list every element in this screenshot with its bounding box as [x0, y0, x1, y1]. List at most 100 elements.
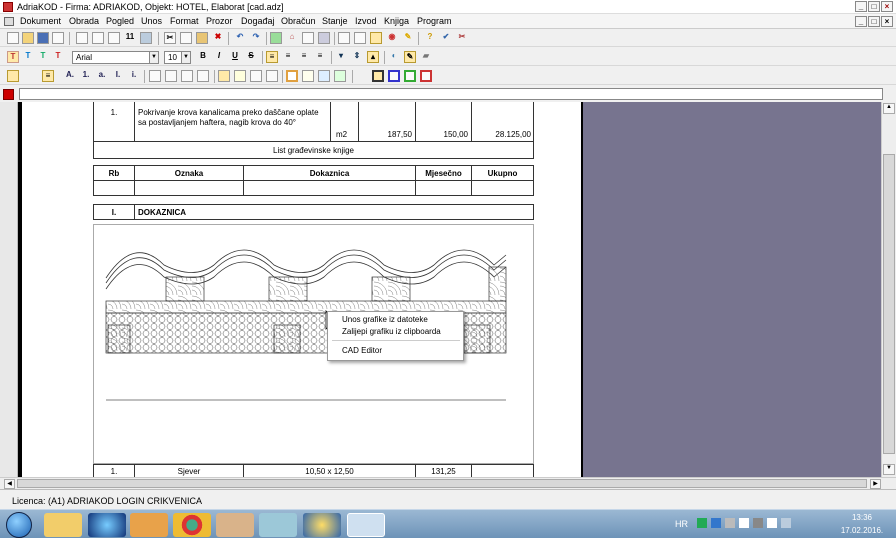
tray-flag-icon[interactable] — [697, 518, 707, 528]
drawing-frame[interactable] — [93, 224, 534, 464]
paragraph-icon[interactable] — [7, 70, 19, 82]
save-icon[interactable] — [37, 32, 49, 44]
command-input[interactable] — [19, 88, 883, 100]
bold-icon[interactable]: B — [197, 51, 209, 63]
copy-icon[interactable] — [180, 32, 192, 44]
preview-icon[interactable] — [76, 32, 88, 44]
shading-3-icon[interactable] — [250, 70, 262, 82]
menu-program[interactable]: Program — [417, 16, 452, 26]
help-ring-icon[interactable]: ◉ — [386, 32, 398, 44]
chrome-icon[interactable] — [173, 513, 211, 537]
valign-top-icon[interactable]: ▴ — [367, 51, 379, 63]
italic-icon[interactable]: I — [213, 51, 225, 63]
find-icon[interactable] — [108, 32, 120, 44]
scroll-thumb[interactable] — [883, 154, 895, 454]
hscroll-thumb[interactable] — [17, 479, 867, 488]
window-icon[interactable] — [338, 32, 350, 44]
media-icon[interactable] — [130, 513, 168, 537]
valign-bottom-icon[interactable]: ▾ — [335, 51, 347, 63]
color-frame-green-icon[interactable] — [334, 70, 346, 82]
new-icon[interactable] — [7, 32, 19, 44]
menu-obrada[interactable]: Obrada — [69, 16, 99, 26]
list-1-icon[interactable]: 1. — [80, 70, 92, 82]
menu-knjiga[interactable]: Knjiga — [384, 16, 409, 26]
frame-icon[interactable] — [302, 32, 314, 44]
clock-date[interactable]: 17.02.2016. — [834, 526, 890, 535]
doc-restore-button[interactable]: □ — [868, 16, 880, 27]
color-frame-yellow-icon[interactable] — [302, 70, 314, 82]
box-black-icon[interactable] — [372, 70, 384, 82]
spellcheck-icon[interactable]: ✔ — [440, 32, 452, 44]
help-icon[interactable]: ? — [424, 32, 436, 44]
app-icon-1[interactable] — [259, 513, 297, 537]
menu-item-insert-image-file[interactable]: Unos grafike iz datoteke — [342, 315, 428, 324]
menu-dogadaj[interactable]: Događaj — [241, 16, 275, 26]
shading-4-icon[interactable] — [266, 70, 278, 82]
vertical-scrollbar[interactable]: ▲ ▼ — [881, 102, 896, 477]
align-justify-icon[interactable]: ≡ — [314, 51, 326, 63]
text-green-icon[interactable]: T — [37, 51, 49, 63]
style-icon[interactable] — [23, 70, 35, 82]
horizontal-scrollbar[interactable]: ◀ ▶ — [0, 477, 896, 489]
color-frame-blue-icon[interactable] — [318, 70, 330, 82]
open-icon[interactable] — [22, 32, 34, 44]
menu-format[interactable]: Format — [170, 16, 199, 26]
start-button[interactable] — [6, 512, 32, 538]
language-indicator[interactable]: HR — [675, 519, 688, 529]
tray-network-icon[interactable] — [711, 518, 721, 528]
text-blue-icon[interactable]: T — [22, 51, 34, 63]
close-button[interactable]: × — [881, 1, 893, 12]
doc-icon[interactable] — [4, 17, 14, 26]
text-red-icon[interactable]: T — [52, 51, 64, 63]
pen-icon[interactable]: ✎ — [404, 51, 416, 63]
clock-time[interactable]: 13:36 — [834, 513, 890, 522]
grid-icon[interactable] — [318, 32, 330, 44]
font-size-select[interactable]: 10 ▼ — [164, 51, 191, 64]
font-select[interactable]: Arial ▼ — [72, 51, 159, 64]
align-center-icon[interactable]: ≡ — [282, 51, 294, 63]
explorer-icon[interactable] — [44, 513, 82, 537]
undo-icon[interactable]: ↶ — [234, 32, 246, 44]
box-blue-icon[interactable] — [388, 70, 400, 82]
redo-icon[interactable]: ↷ — [250, 32, 262, 44]
page-number-icon[interactable]: 11 — [124, 32, 136, 44]
tray-app-icon[interactable] — [725, 518, 735, 528]
underline-icon[interactable]: U — [229, 51, 241, 63]
adriakod-taskbar-icon[interactable] — [347, 513, 385, 537]
scroll-up-icon[interactable]: ▲ — [883, 103, 895, 114]
document-page[interactable]: 1. Pokrivanje krova kanalicama preko daš… — [18, 102, 581, 477]
border-box-icon[interactable] — [181, 70, 193, 82]
menu-item-paste-clipboard[interactable]: Zalijepi grafiku iz clipboarda — [342, 327, 441, 336]
menu-unos[interactable]: Unos — [141, 16, 162, 26]
doc-close-button[interactable]: × — [881, 16, 893, 27]
doc-minimize-button[interactable]: _ — [855, 16, 867, 27]
menu-prozor[interactable]: Prozor — [206, 16, 233, 26]
list-lower-a-icon[interactable]: a. — [96, 70, 108, 82]
cut-icon[interactable]: ✂ — [164, 32, 176, 44]
paste-icon[interactable] — [196, 32, 208, 44]
box-green-icon[interactable] — [404, 70, 416, 82]
maximize-button[interactable]: □ — [868, 1, 880, 12]
scroll-down-icon[interactable]: ▼ — [883, 464, 895, 475]
shading-2-icon[interactable] — [234, 70, 246, 82]
list-roman-icon[interactable]: I. — [112, 70, 124, 82]
align-right-icon[interactable]: ≡ — [298, 51, 310, 63]
align-left-icon[interactable]: ≡ — [266, 51, 278, 63]
refresh-icon[interactable] — [270, 32, 282, 44]
tray-volume-icon[interactable] — [767, 518, 777, 528]
fill-icon[interactable]: ◐ — [388, 51, 400, 63]
app-icon-2[interactable] — [303, 513, 341, 537]
color-frame-orange-icon[interactable] — [286, 70, 298, 82]
minimize-button[interactable]: _ — [855, 1, 867, 12]
menu-obracun[interactable]: Obračun — [281, 16, 316, 26]
menu-dokument[interactable]: Dokument — [20, 16, 61, 26]
menu-izvod[interactable]: Izvod — [355, 16, 377, 26]
ie-icon[interactable] — [88, 513, 126, 537]
camera-icon[interactable] — [354, 32, 366, 44]
shading-1-icon[interactable] — [218, 70, 230, 82]
border-inner-icon[interactable] — [197, 70, 209, 82]
menu-pogled[interactable]: Pogled — [106, 16, 134, 26]
list-lower-roman-icon[interactable]: i. — [128, 70, 140, 82]
paint-icon[interactable] — [216, 513, 254, 537]
strike-icon[interactable]: S — [245, 51, 257, 63]
